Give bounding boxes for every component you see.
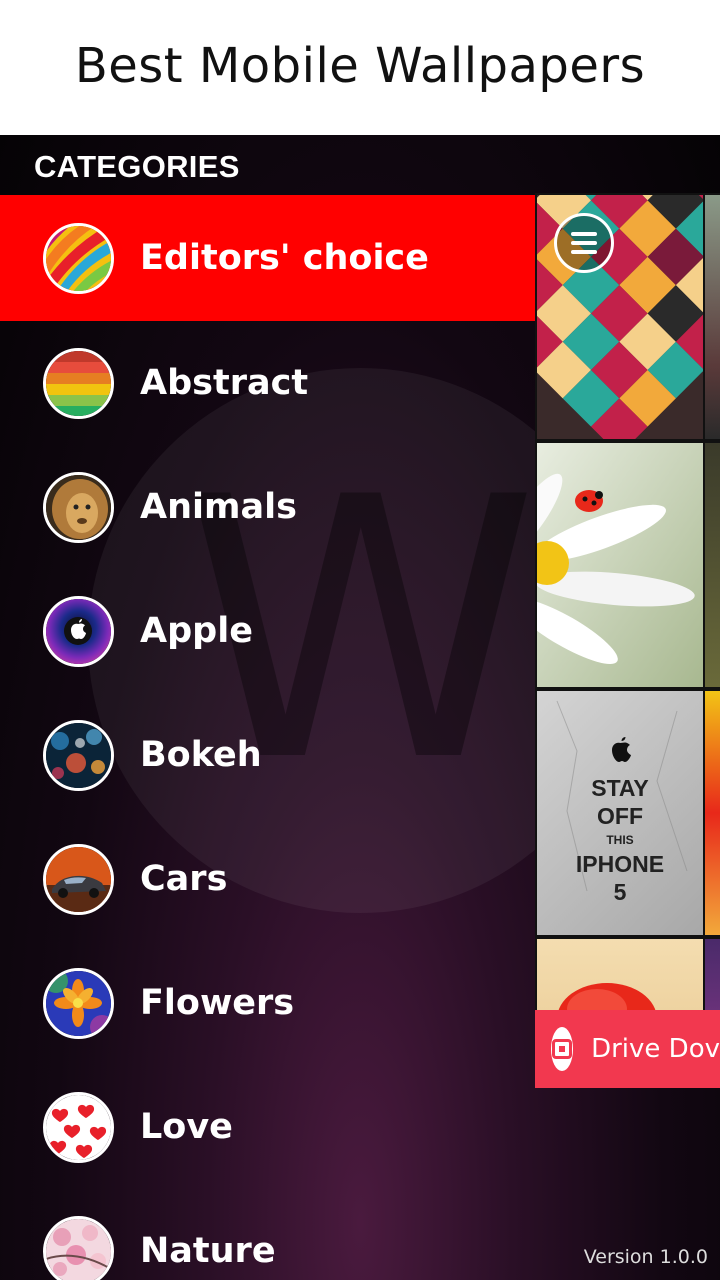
apple-thumb (43, 595, 114, 667)
bokeh-thumb (43, 719, 114, 791)
category-label: Animals (140, 487, 297, 527)
category-item-cars[interactable]: Cars (0, 817, 535, 941)
category-item-nature[interactable]: Nature (0, 1189, 535, 1280)
category-label: Abstract (140, 363, 309, 403)
wallpaper-text-iphone: IPHONE (575, 851, 665, 877)
wallpaper-text-off: OFF (597, 803, 643, 829)
category-list: Editors' choice Abstract Animals Apple B… (0, 195, 535, 1280)
category-item-animals[interactable]: Animals (0, 445, 535, 569)
wallpaper-tile[interactable] (705, 443, 720, 687)
love-thumb (43, 1091, 114, 1163)
app-title: Best Mobile Wallpapers (74, 37, 646, 94)
wallpaper-grid: STAY OFF THIS IPHONE 5 (535, 193, 720, 1088)
record-icon (551, 1027, 574, 1071)
category-item-editors-choice[interactable]: Editors' choice (0, 195, 535, 321)
category-label: Love (140, 1107, 233, 1147)
wallpaper-text-five: 5 (613, 879, 627, 905)
category-label: Nature (140, 1231, 276, 1271)
category-label: Apple (140, 611, 253, 651)
category-item-apple[interactable]: Apple (0, 569, 535, 693)
menu-icon[interactable] (554, 213, 614, 273)
abstract-thumb (43, 347, 114, 419)
wallpaper-text-this: THIS (606, 833, 634, 847)
wallpaper-tile[interactable] (705, 691, 720, 935)
animals-thumb (43, 471, 114, 543)
category-item-love[interactable]: Love (0, 1065, 535, 1189)
category-label: Editors' choice (140, 238, 429, 278)
cars-thumb (43, 843, 114, 915)
category-label: Flowers (140, 983, 295, 1023)
wallpaper-tile[interactable] (705, 195, 720, 439)
version-label: Version 1.0.0 (583, 1246, 708, 1268)
nature-thumb (43, 1215, 114, 1280)
drive-banner-label: Drive Dov (591, 1034, 720, 1064)
category-item-flowers[interactable]: Flowers (0, 941, 535, 1065)
drive-download-banner[interactable]: Drive Dov (535, 1010, 720, 1088)
wallpaper-tile[interactable]: STAY OFF THIS IPHONE 5 (537, 691, 703, 935)
wallpaper-text-stay: STAY (591, 775, 649, 801)
category-item-bokeh[interactable]: Bokeh (0, 693, 535, 817)
category-item-abstract[interactable]: Abstract (0, 321, 535, 445)
wallpaper-tile[interactable] (537, 443, 703, 687)
category-label: Cars (140, 859, 228, 899)
editors-choice-thumb (43, 222, 114, 294)
wallpaper-tile[interactable] (537, 195, 703, 439)
categories-heading: CATEGORIES (34, 149, 240, 184)
flowers-thumb (43, 967, 114, 1039)
app-header: Best Mobile Wallpapers (0, 0, 720, 135)
category-label: Bokeh (140, 735, 262, 775)
